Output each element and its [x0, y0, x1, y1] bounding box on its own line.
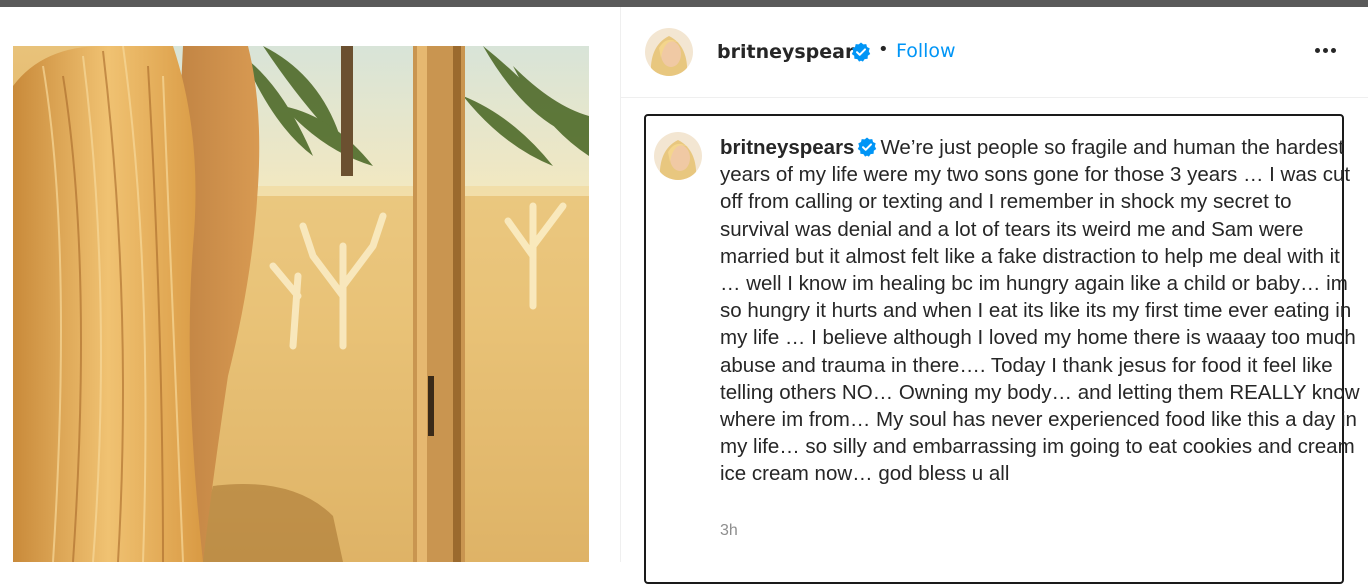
- header-separator: •: [878, 39, 889, 60]
- more-options-icon[interactable]: [1311, 39, 1341, 63]
- post-image[interactable]: [13, 46, 589, 562]
- caption-container: britneyspears We’re just people so fragi…: [644, 114, 1360, 584]
- caption-username[interactable]: britneyspears: [720, 136, 854, 159]
- avatar-image: [645, 28, 693, 76]
- author-username[interactable]: britneyspears: [717, 40, 866, 64]
- verified-badge-icon: [858, 137, 877, 157]
- author-avatar[interactable]: [645, 28, 693, 76]
- caption-author-avatar[interactable]: [654, 132, 702, 180]
- caption-text-block: britneyspears We’re just people so fragi…: [720, 134, 1360, 488]
- post-photo-illustration: [13, 46, 589, 562]
- post-header: britneyspears • Follow: [621, 7, 1368, 98]
- top-strip: [0, 0, 1368, 7]
- follow-button[interactable]: Follow: [896, 39, 956, 63]
- post-timestamp[interactable]: 3h: [720, 522, 738, 540]
- avatar-image: [654, 132, 702, 180]
- caption-body: We’re just people so fragile and human t…: [720, 136, 1360, 486]
- verified-badge-icon: [851, 42, 871, 62]
- media-pane: [0, 7, 620, 562]
- post-details-pane: britneyspears • Follow britneyspears We’…: [620, 7, 1368, 584]
